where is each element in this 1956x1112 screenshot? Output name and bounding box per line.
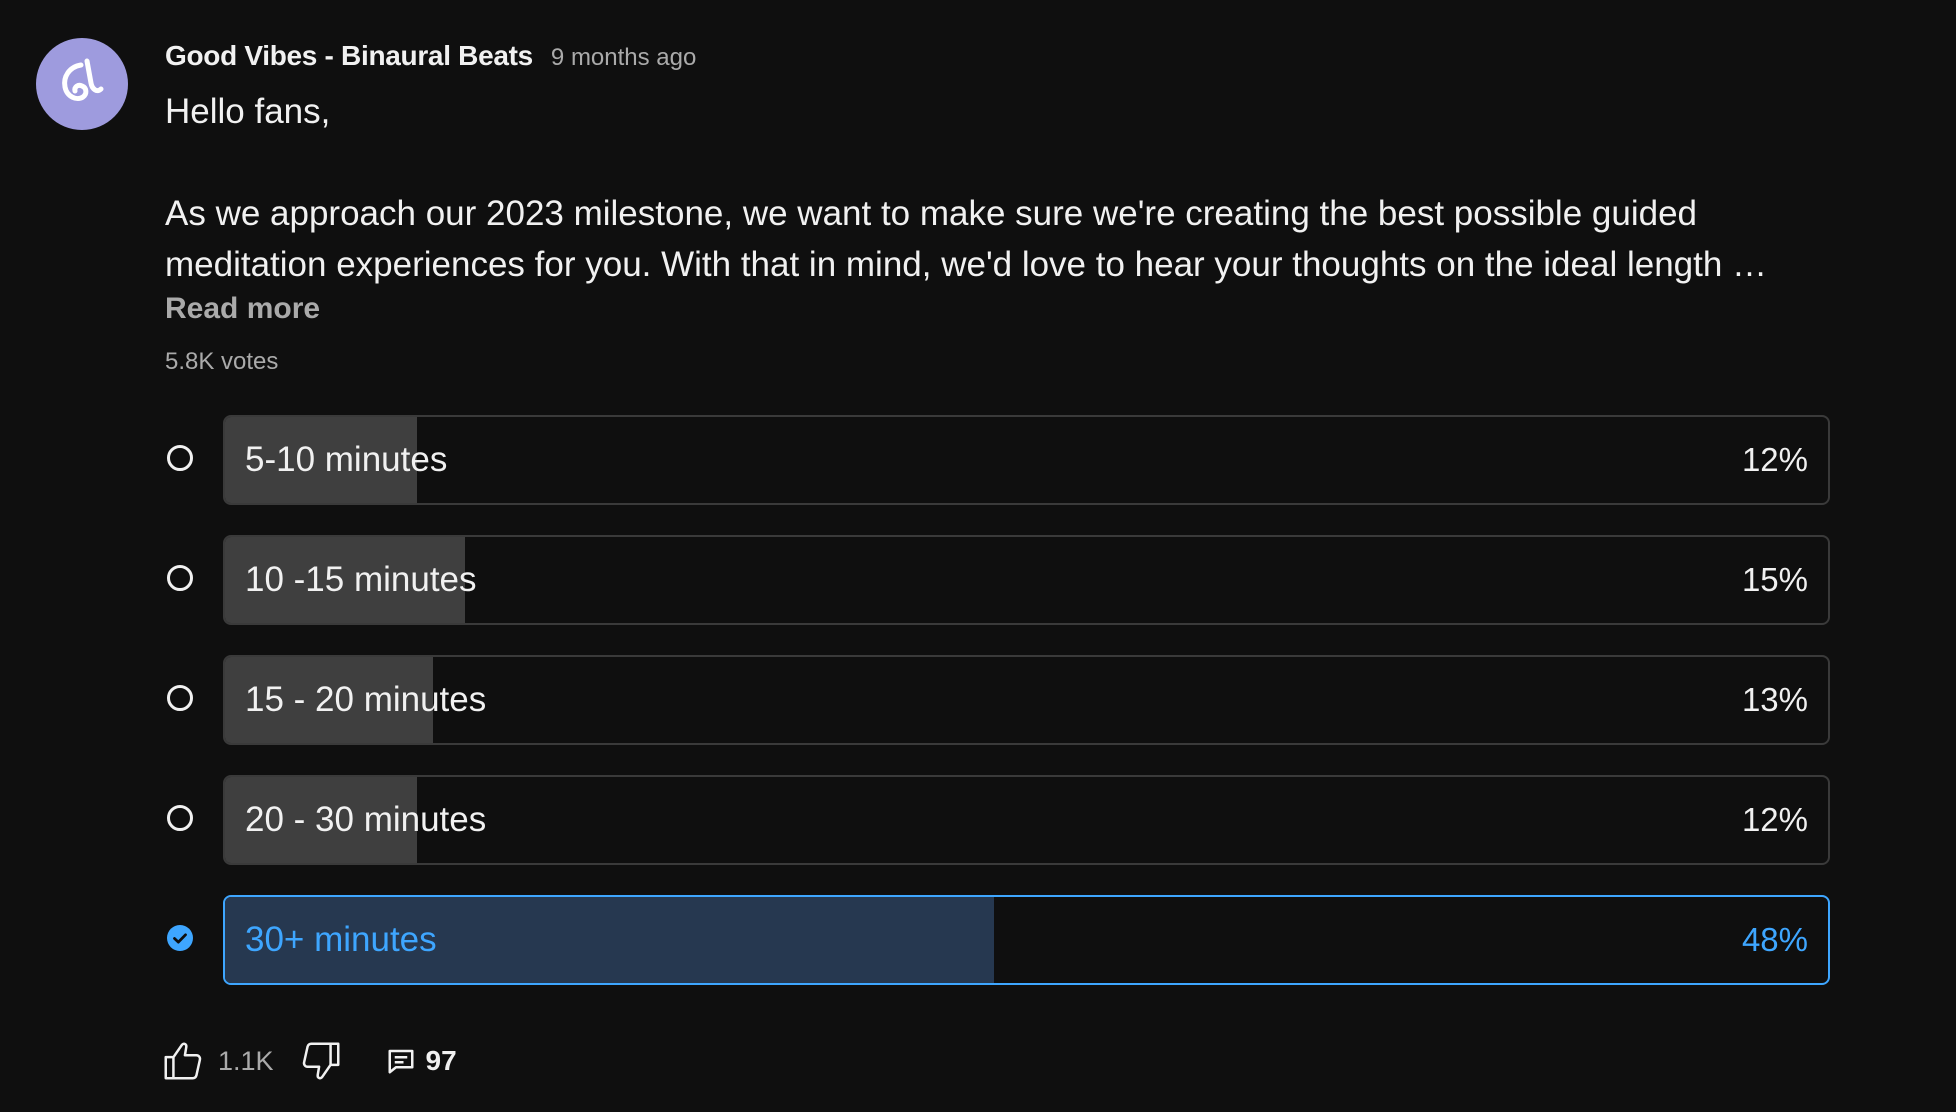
like-count: 1.1K xyxy=(218,1045,274,1076)
poll-option-label: 5-10 minutes xyxy=(245,440,448,479)
poll-option-selected[interactable]: 30+ minutes 48% xyxy=(165,895,1830,985)
checkmark-icon xyxy=(173,933,187,944)
poll-option-percent: 13% xyxy=(1741,681,1808,718)
poll-option[interactable]: 5-10 minutes 12% xyxy=(165,415,1830,505)
post-timestamp[interactable]: 9 months ago xyxy=(551,44,696,72)
poll-option-percent: 12% xyxy=(1741,441,1808,478)
comments-button[interactable]: 97 xyxy=(386,1045,457,1077)
like-button[interactable] xyxy=(158,1036,208,1086)
poll-option-bar[interactable]: 15 - 20 minutes 13% xyxy=(223,655,1830,745)
poll-option-bar[interactable]: 30+ minutes 48% xyxy=(223,895,1830,985)
check-circle-icon[interactable] xyxy=(167,925,193,951)
comment-icon xyxy=(388,1049,414,1074)
channel-logo-icon xyxy=(62,58,104,102)
radio-button[interactable] xyxy=(167,565,193,591)
poll-option-bar[interactable]: 10 -15 minutes 15% xyxy=(223,535,1830,625)
dislike-icon xyxy=(302,1042,340,1080)
poll-option[interactable]: 10 -15 minutes 15% xyxy=(165,535,1830,625)
like-icon xyxy=(164,1042,202,1080)
read-more-button[interactable]: Read more xyxy=(165,292,320,326)
poll-option-label: 20 - 30 minutes xyxy=(245,800,487,839)
poll-option-percent: 12% xyxy=(1741,801,1808,838)
post-actions: 1.1K 97 xyxy=(158,1036,457,1086)
community-post: Good Vibes - Binaural Beats 9 months ago… xyxy=(0,0,1956,1112)
post-body-line: Hello fans, xyxy=(165,92,331,131)
poll-option-label: 30+ minutes xyxy=(245,920,437,959)
poll-option[interactable]: 15 - 20 minutes 13% xyxy=(165,655,1830,745)
channel-name[interactable]: Good Vibes - Binaural Beats xyxy=(165,40,533,72)
poll-option[interactable]: 20 - 30 minutes 12% xyxy=(165,775,1830,865)
radio-button[interactable] xyxy=(167,445,193,471)
poll-option-bar[interactable]: 5-10 minutes 12% xyxy=(223,415,1830,505)
post-body-line: meditation experiences for you. With tha… xyxy=(165,245,1768,284)
channel-avatar[interactable] xyxy=(36,38,128,130)
poll-option-percent: 48% xyxy=(1741,921,1808,958)
radio-button[interactable] xyxy=(167,685,193,711)
comment-count: 97 xyxy=(425,1045,457,1076)
post-body-line: As we approach our 2023 milestone, we wa… xyxy=(165,194,1698,233)
post-body: Hello fans, As we approach our 2023 mile… xyxy=(165,86,1835,290)
dislike-button[interactable] xyxy=(296,1036,346,1086)
radio-button[interactable] xyxy=(167,805,193,831)
post-header: Good Vibes - Binaural Beats 9 months ago xyxy=(165,40,696,72)
vote-count: 5.8K votes xyxy=(165,348,279,375)
poll-option-label: 15 - 20 minutes xyxy=(245,680,487,719)
poll-option-label: 10 -15 minutes xyxy=(245,560,477,599)
poll-option-bar[interactable]: 20 - 30 minutes 12% xyxy=(223,775,1830,865)
poll-option-percent: 15% xyxy=(1741,561,1808,598)
